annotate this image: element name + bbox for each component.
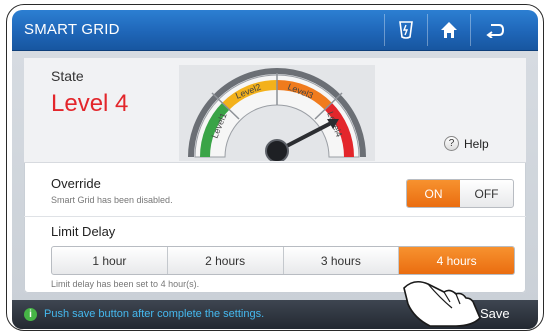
title-bar-divider xyxy=(470,14,471,46)
title-bar: SMART GRID xyxy=(12,10,538,51)
delay-option-1-hour[interactable]: 1 hour xyxy=(52,247,168,274)
level-gauge: Level1 Level2 Level3 Level4 xyxy=(179,65,375,163)
help-button[interactable]: ? Help xyxy=(444,136,489,151)
back-button[interactable] xyxy=(474,10,516,50)
limit-delay-label: Limit Delay xyxy=(51,224,116,239)
question-mark-icon: ? xyxy=(444,136,459,151)
state-label: State xyxy=(51,68,84,84)
limit-delay-status: Limit delay has been set to 4 hour(s). xyxy=(51,279,200,289)
gauge-graphic: Level1 Level2 Level3 Level4 xyxy=(188,68,366,163)
override-off-button[interactable]: OFF xyxy=(460,180,513,207)
grid-status-button[interactable] xyxy=(385,10,427,50)
home-icon xyxy=(441,22,457,38)
override-status: Smart Grid has been disabled. xyxy=(51,195,173,205)
back-icon xyxy=(486,24,505,38)
state-section: State Level 4 Level1 Level2 Level3 ? Hel… xyxy=(24,58,526,163)
info-icon: i xyxy=(24,308,37,321)
delay-option-2-hours[interactable]: 2 hours xyxy=(168,247,284,274)
footer-message: Push save button after complete the sett… xyxy=(44,308,265,320)
screen: SMART GRID State Level 4 Level1 Level2 L… xyxy=(12,10,538,329)
home-button[interactable] xyxy=(428,10,470,50)
gauge-hub xyxy=(265,139,289,163)
override-label: Override xyxy=(51,176,101,191)
override-toggle: ON OFF xyxy=(406,179,514,208)
hand-pointer-icon xyxy=(403,280,481,327)
settings-panel: State Level 4 Level1 Level2 Level3 ? Hel… xyxy=(24,58,526,293)
help-label: Help xyxy=(464,136,489,151)
grid-status-icon xyxy=(399,21,413,39)
delay-option-3-hours[interactable]: 3 hours xyxy=(284,247,400,274)
override-on-button[interactable]: ON xyxy=(407,180,460,207)
state-value: Level 4 xyxy=(51,90,129,117)
section-divider xyxy=(24,216,526,217)
page-title: SMART GRID xyxy=(24,21,120,38)
